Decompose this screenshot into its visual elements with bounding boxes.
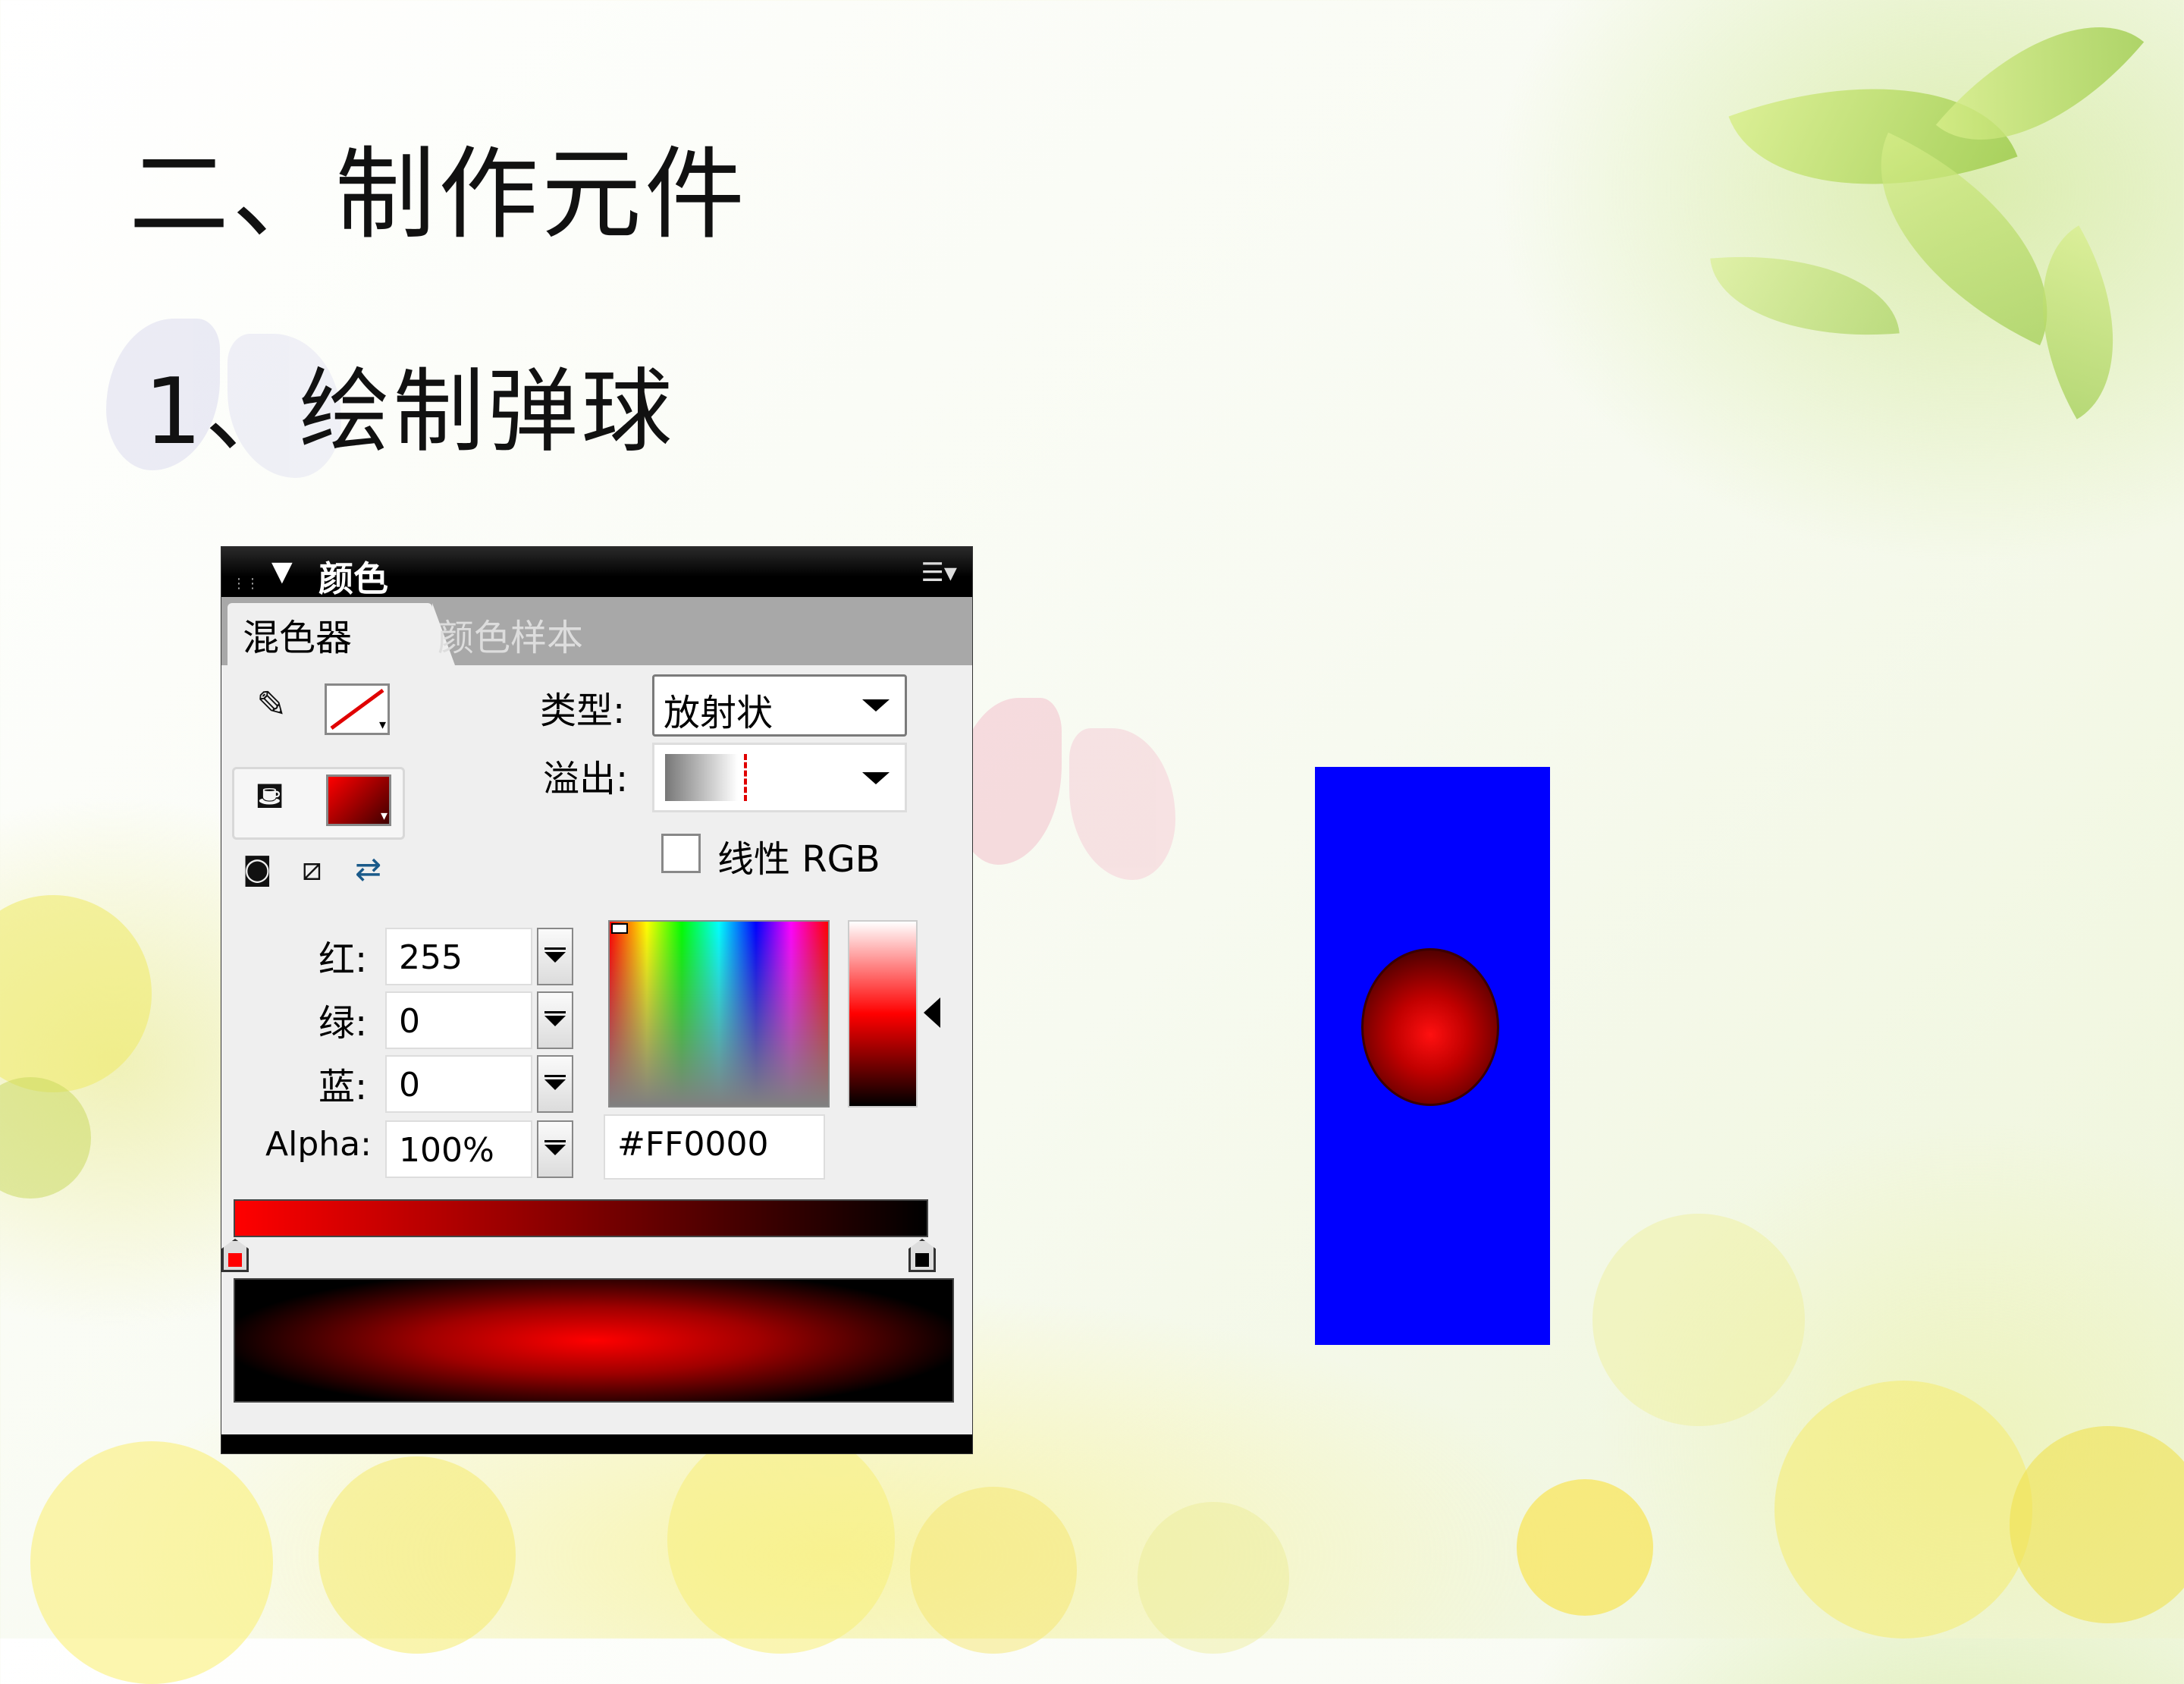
bokeh-decoration [2010, 1426, 2184, 1623]
panel-title: 颜色 [318, 558, 388, 599]
leaf-decoration [1935, 0, 2145, 193]
butterfly-decoration [956, 698, 1183, 910]
pencil-icon: ✎ [256, 683, 287, 726]
alpha-label: Alpha: [265, 1125, 372, 1164]
slide-subtitle: 1、绘制弹球 [144, 360, 676, 465]
gradient-stop-right[interactable] [908, 1239, 936, 1272]
gradient-stop-right-color [915, 1253, 929, 1267]
green-field[interactable]: 0 [385, 991, 532, 1049]
type-dropdown[interactable]: 放射状 [652, 674, 907, 737]
green-label: 绿: [318, 1002, 368, 1045]
red-label: 红: [318, 938, 368, 981]
bokeh-decoration [30, 1441, 273, 1684]
stroke-color-swatch[interactable]: ▾ [325, 683, 390, 735]
slide-title: 二、制作元件 [129, 137, 748, 253]
hex-field[interactable]: #FF0000 [604, 1114, 825, 1180]
overflow-dropdown[interactable] [652, 743, 907, 812]
color-panel: ⋮⋮ ▼ 颜色 ☰▾ 混色器 颜色样本 ✎ ▾ ⛾ ▾ ◙ ⧄ ⇄ 类型: 放射… [221, 546, 973, 1454]
ball-graphic[interactable] [1361, 948, 1499, 1106]
leaf-decoration [1728, 28, 2018, 245]
linear-rgb-checkbox[interactable] [661, 834, 701, 873]
overflow-gradient-icon [665, 754, 738, 801]
tab-swatches-label[interactable]: 颜色样本 [438, 608, 583, 661]
type-value: 放射状 [664, 692, 774, 734]
no-color-icon[interactable]: ⧄ [302, 850, 322, 888]
tab-mixer-label[interactable]: 混色器 [243, 608, 352, 661]
type-label: 类型: [540, 690, 626, 732]
bokeh-decoration [318, 1456, 516, 1654]
panel-footer-bar [221, 1434, 972, 1453]
red-stepper[interactable] [537, 928, 573, 985]
tab-bar: 混色器 颜色样本 [221, 597, 972, 665]
paint-bucket-icon: ⛾ [255, 774, 285, 817]
black-white-icon[interactable]: ◙ [243, 852, 272, 887]
color-spectrum[interactable] [608, 920, 830, 1107]
drag-grip-icon[interactable]: ⋮⋮ [232, 576, 259, 592]
gradient-stop-left[interactable] [221, 1239, 249, 1272]
blue-stepper[interactable] [537, 1055, 573, 1113]
bokeh-decoration [1138, 1502, 1289, 1654]
bokeh-decoration [0, 1077, 91, 1199]
alpha-field[interactable]: 100% [385, 1120, 532, 1178]
bokeh-decoration [0, 895, 152, 1092]
bokeh-decoration [1774, 1381, 2032, 1638]
leaf-decoration [1710, 242, 1900, 350]
bokeh-decoration [910, 1487, 1077, 1654]
brightness-slider-handle[interactable] [924, 998, 940, 1028]
swap-colors-icon[interactable]: ⇄ [355, 850, 381, 888]
leaf-decoration [1993, 225, 2163, 419]
gradient-bar[interactable] [234, 1199, 928, 1237]
red-field[interactable]: 255 [385, 928, 532, 985]
blue-label: 蓝: [318, 1066, 368, 1108]
panel-menu-icon[interactable]: ☰▾ [921, 558, 957, 588]
linear-rgb-label: 线性 RGB [717, 838, 880, 881]
gradient-stop-left-color [228, 1253, 242, 1267]
blue-field[interactable]: 0 [385, 1055, 532, 1113]
brightness-slider[interactable] [848, 920, 918, 1107]
panel-titlebar[interactable]: ⋮⋮ ▼ 颜色 ☰▾ [221, 547, 972, 599]
bokeh-decoration [1592, 1214, 1805, 1426]
bokeh-decoration [1517, 1479, 1653, 1616]
gradient-preview [234, 1278, 954, 1403]
spectrum-cursor[interactable] [611, 923, 628, 934]
green-stepper[interactable] [537, 991, 573, 1049]
leaf-decoration [1834, 132, 2095, 346]
fill-color-swatch[interactable]: ▾ [326, 774, 391, 826]
bokeh-decoration [667, 1426, 895, 1654]
overflow-label: 溢出: [543, 758, 629, 800]
collapse-triangle-icon[interactable]: ▼ [271, 556, 293, 587]
alpha-stepper[interactable] [537, 1120, 573, 1178]
